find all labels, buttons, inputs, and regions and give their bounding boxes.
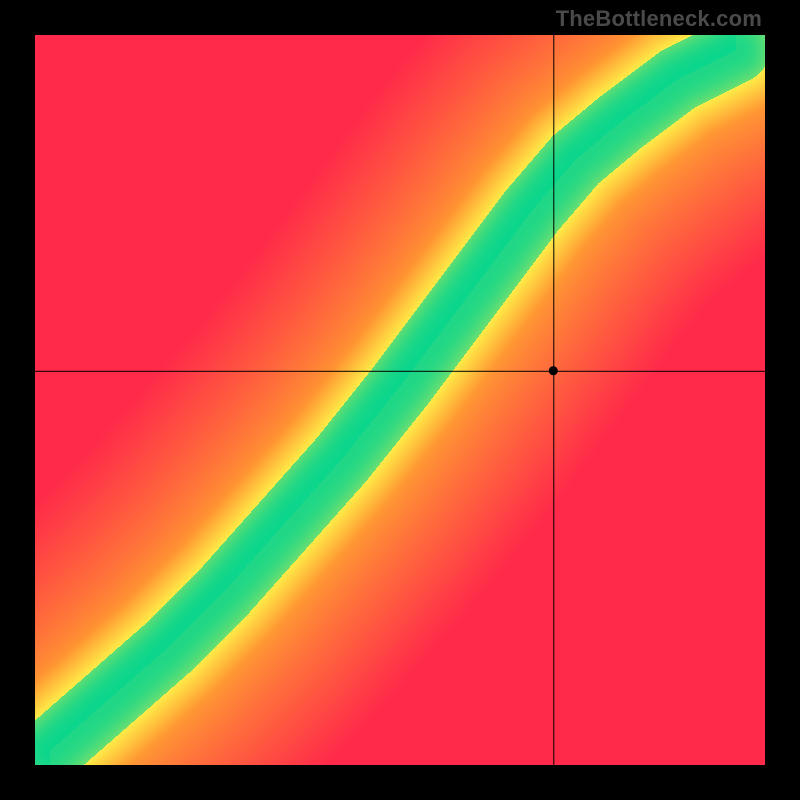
watermark-text: TheBottleneck.com xyxy=(556,6,762,32)
bottleneck-heatmap xyxy=(35,35,765,765)
chart-stage: TheBottleneck.com xyxy=(0,0,800,800)
